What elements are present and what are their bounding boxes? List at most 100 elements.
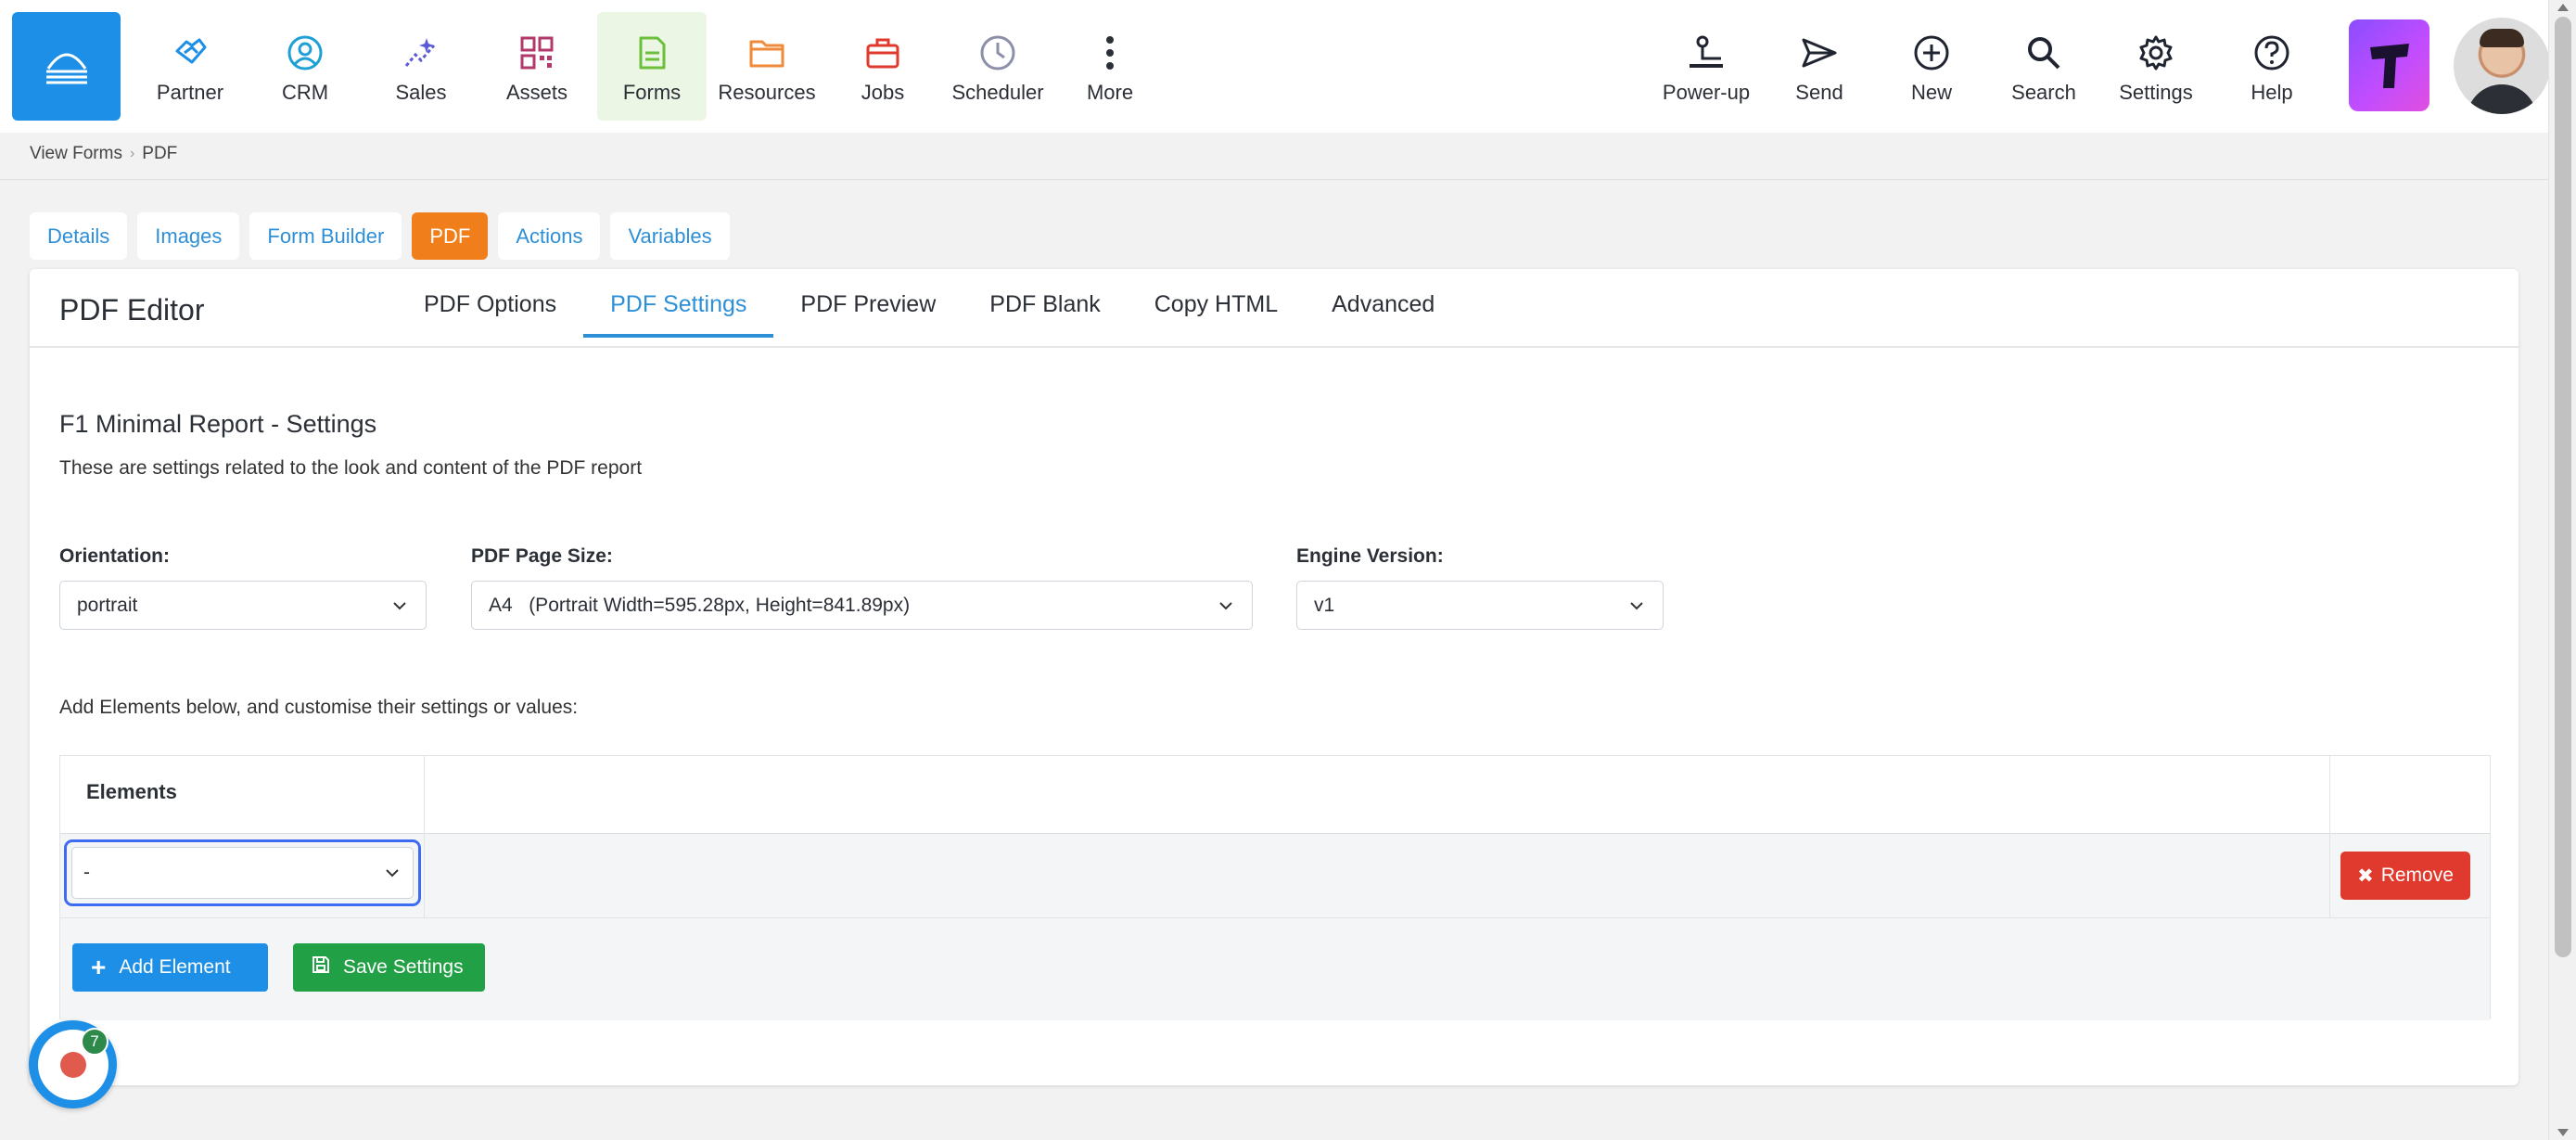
nav-label: Jobs xyxy=(861,81,905,104)
elements-table-footer: + Add Element Save Settings xyxy=(60,918,2490,1020)
gear-icon xyxy=(2136,32,2176,73)
orientation-select[interactable]: portrait xyxy=(59,581,427,630)
remove-button[interactable]: ✖ Remove xyxy=(2340,852,2470,900)
add-elements-hint: Add Elements below, and customise their … xyxy=(59,697,579,718)
orientation-label: Orientation: xyxy=(59,545,170,567)
settings-description: These are settings related to the look a… xyxy=(59,457,643,479)
add-element-button[interactable]: + Add Element xyxy=(72,943,268,992)
user-circle-icon xyxy=(285,32,325,73)
orientation-value: portrait xyxy=(77,594,138,616)
tab-variables[interactable]: Variables xyxy=(610,212,730,260)
subtab-pdf-settings[interactable]: PDF Settings xyxy=(583,269,774,338)
subtab-pdf-blank[interactable]: PDF Blank xyxy=(963,269,1127,338)
tab-pdf[interactable]: PDF xyxy=(412,212,489,260)
header-divider xyxy=(0,179,2548,180)
engine-version-select[interactable]: v1 xyxy=(1296,581,1664,630)
brand-app-tile[interactable] xyxy=(2349,19,2429,111)
folder-icon xyxy=(746,32,787,73)
nav-power-up[interactable]: Power-up xyxy=(1651,12,1761,121)
briefcase-icon xyxy=(862,32,903,73)
nav-crm[interactable]: CRM xyxy=(250,12,360,121)
tab-form-builder[interactable]: Form Builder xyxy=(249,212,402,260)
save-settings-button[interactable]: Save Settings xyxy=(293,943,485,992)
nav-label: CRM xyxy=(281,81,329,104)
nav-label: Assets xyxy=(505,81,568,104)
home-logo[interactable] xyxy=(12,12,121,121)
subtab-pdf-options[interactable]: PDF Options xyxy=(397,269,583,338)
form-tabs: Details Images Form Builder PDF Actions … xyxy=(30,212,730,260)
search-icon xyxy=(2023,32,2064,73)
column-divider xyxy=(2329,756,2330,918)
breadcrumb: View Forms › PDF xyxy=(30,144,177,164)
chevron-down-icon xyxy=(1217,596,1235,615)
tab-images[interactable]: Images xyxy=(137,212,240,260)
nav-help[interactable]: Help xyxy=(2217,12,2327,121)
scroll-down-arrow-icon[interactable] xyxy=(2557,1129,2569,1136)
chevron-down-icon xyxy=(1627,596,1646,615)
elements-table: Elements - ✖ Remove + Add Element Save S… xyxy=(59,755,2491,1020)
sparkle-chart-icon xyxy=(401,32,441,73)
page-title: PDF Editor xyxy=(59,293,205,327)
pdf-editor-subtabs: PDF Options PDF Settings PDF Preview PDF… xyxy=(397,269,1461,338)
clock-icon xyxy=(977,32,1018,73)
engine-version-label: Engine Version: xyxy=(1296,545,1444,567)
nav-label: More xyxy=(1086,81,1134,104)
nav-settings[interactable]: Settings xyxy=(2101,12,2211,121)
elements-column-header: Elements xyxy=(86,780,177,803)
document-icon xyxy=(631,32,672,73)
floating-chat-widget[interactable]: 7 xyxy=(29,1020,117,1108)
breadcrumb-view-forms[interactable]: View Forms xyxy=(30,144,122,164)
plus-circle-icon xyxy=(1911,32,1952,73)
nav-resources[interactable]: Resources xyxy=(712,12,822,121)
nav-label: Resources xyxy=(718,81,816,104)
element-type-select[interactable]: - xyxy=(64,839,421,906)
nav-label: Settings xyxy=(2119,81,2193,104)
elements-table-header: Elements xyxy=(60,756,2490,834)
brand-letter-icon xyxy=(2369,43,2409,88)
vertical-scrollbar[interactable] xyxy=(2548,0,2576,1140)
nav-assets[interactable]: Assets xyxy=(482,12,592,121)
engine-version-value: v1 xyxy=(1314,594,1335,616)
nav-label: Power-up xyxy=(1662,81,1751,104)
nav-new[interactable]: New xyxy=(1877,12,1986,121)
nav-sales[interactable]: Sales xyxy=(366,12,476,121)
nav-partner[interactable]: Partner xyxy=(135,12,245,121)
table-row: - ✖ Remove xyxy=(60,834,2490,918)
tab-details[interactable]: Details xyxy=(30,212,128,260)
nav-forms[interactable]: Forms xyxy=(597,12,707,121)
subtab-pdf-preview[interactable]: PDF Preview xyxy=(773,269,963,338)
settings-title: F1 Minimal Report - Settings xyxy=(59,410,377,438)
nav-jobs[interactable]: Jobs xyxy=(828,12,937,121)
scrollbar-thumb[interactable] xyxy=(2555,17,2571,957)
nav-label: Send xyxy=(1795,81,1843,104)
nav-send[interactable]: Send xyxy=(1765,12,1874,121)
page-size-select[interactable]: A4 (Portrait Width=595.28px, Height=841.… xyxy=(471,581,1253,630)
scroll-up-arrow-icon[interactable] xyxy=(2557,4,2569,11)
tab-actions[interactable]: Actions xyxy=(498,212,601,260)
chevron-down-icon xyxy=(383,864,402,882)
element-type-value: - xyxy=(83,862,90,883)
nav-search[interactable]: Search xyxy=(1989,12,2098,121)
nav-more[interactable]: More xyxy=(1055,12,1165,121)
qr-code-icon xyxy=(516,32,557,73)
subtab-copy-html[interactable]: Copy HTML xyxy=(1128,269,1305,338)
help-circle-icon xyxy=(2251,32,2292,73)
engine-version-field: Engine Version: v1 xyxy=(1296,545,1664,630)
nav-label: Search xyxy=(2011,81,2076,104)
nav-label: Partner xyxy=(156,81,224,104)
handshake-icon xyxy=(170,32,210,73)
plus-icon: + xyxy=(91,953,107,981)
column-divider xyxy=(424,756,425,918)
breadcrumb-separator-icon: › xyxy=(129,146,135,161)
add-element-label: Add Element xyxy=(119,956,231,978)
subtab-advanced[interactable]: Advanced xyxy=(1305,269,1461,338)
nav-label: New xyxy=(1910,81,1952,104)
nav-label: Sales xyxy=(395,81,447,104)
chevron-down-icon xyxy=(390,596,409,615)
nav-scheduler[interactable]: Scheduler xyxy=(943,12,1052,121)
nav-label: Help xyxy=(2251,81,2293,104)
top-navigation: Partner CRM Sales Assets Forms Resources xyxy=(0,0,2550,133)
save-settings-label: Save Settings xyxy=(343,956,464,978)
more-vertical-icon xyxy=(1090,32,1130,73)
user-avatar[interactable] xyxy=(2454,18,2550,114)
